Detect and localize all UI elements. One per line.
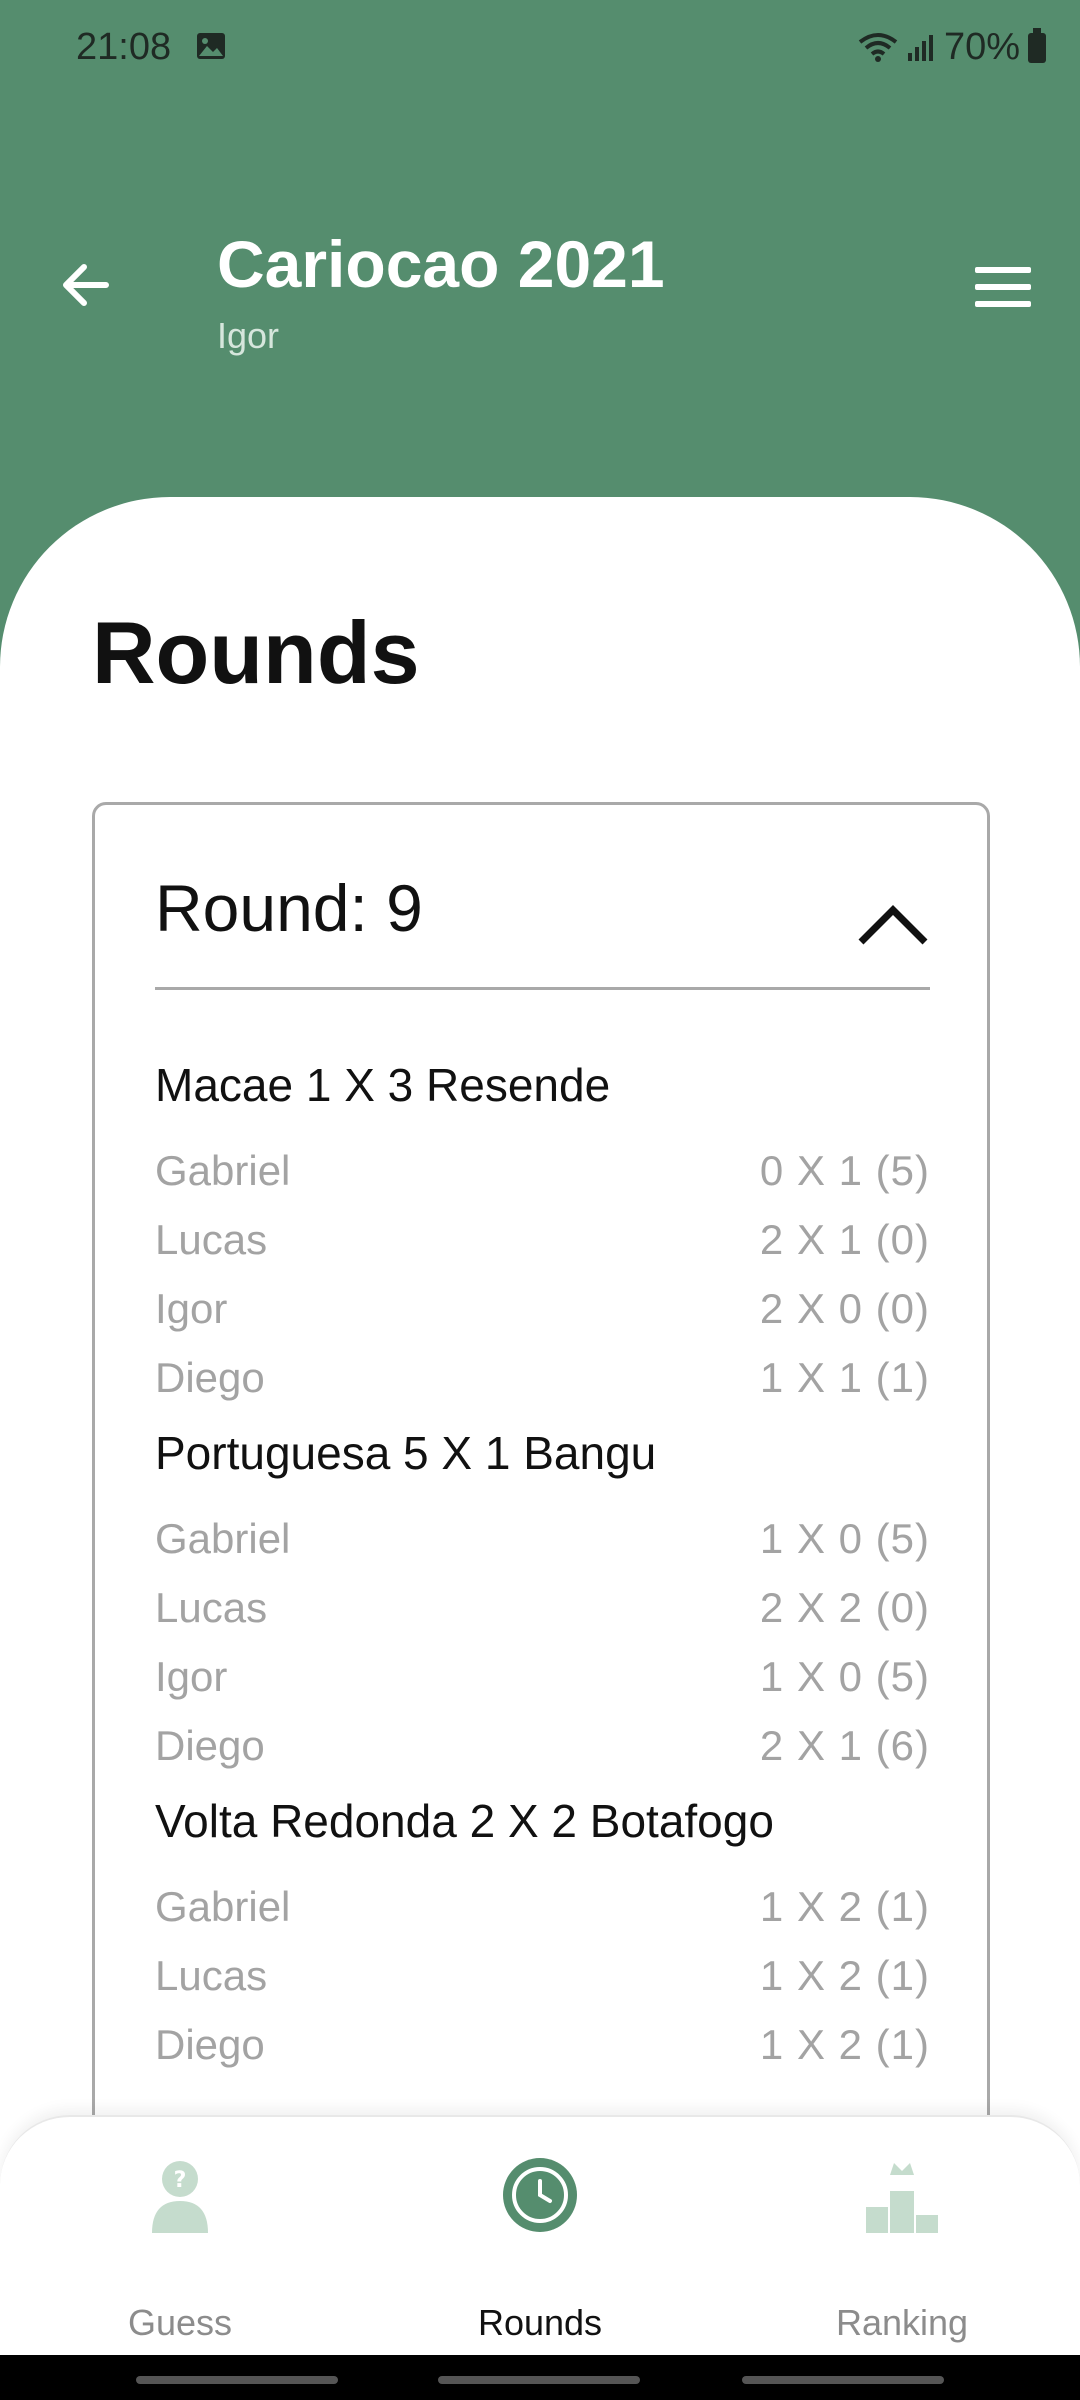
status-bar: 21:08 70% (0, 0, 1080, 96)
guess-score: 0 X 1 (5) (759, 1147, 930, 1194)
league-title: Cariocao 2021 (217, 227, 665, 301)
wifi-icon (858, 32, 898, 62)
guess-row: Lucas 2 X 2 (0) (155, 1584, 930, 1653)
guess-player: Diego (155, 1722, 265, 1769)
menu-button[interactable] (966, 255, 1040, 319)
system-nav-recents[interactable] (136, 2376, 338, 2384)
guess-row: Gabriel 1 X 0 (5) (155, 1515, 930, 1584)
round-label: Round: 9 (155, 871, 423, 945)
user-name: Igor (217, 315, 280, 356)
game-item: Portuguesa 5 X 1 Bangu Gabriel 1 X 0 (5)… (155, 1423, 930, 1791)
guess-row: Igor 2 X 0 (0) (155, 1285, 930, 1354)
status-time: 21:08 (76, 26, 172, 68)
nav-item-guess[interactable]: ? Guess (30, 2117, 330, 2357)
clock-icon (503, 2158, 577, 2232)
status-indicators: 70% (858, 26, 1046, 69)
guess-player: Igor (155, 1653, 228, 1700)
guess-score: 1 X 2 (1) (759, 1952, 930, 1999)
guess-score: 2 X 0 (0) (759, 1285, 930, 1332)
system-nav-home[interactable] (438, 2376, 640, 2384)
round-card-header[interactable]: Round: 9 (155, 870, 930, 990)
podium-icon (866, 2163, 938, 2233)
nav-label-rounds: Rounds (477, 2302, 603, 2343)
system-nav-back[interactable] (742, 2376, 944, 2384)
guess-player: Diego (155, 1354, 265, 1401)
chevron-up-icon[interactable] (856, 900, 930, 950)
guess-row: Lucas 1 X 2 (1) (155, 1952, 930, 2021)
guess-row: Gabriel 0 X 1 (5) (155, 1147, 930, 1216)
guess-player: Gabriel (155, 1883, 291, 1930)
guess-score: 1 X 1 (1) (759, 1354, 930, 1401)
guess-player: Lucas (155, 1952, 268, 1999)
nav-label-guess: Guess (127, 2302, 233, 2343)
system-navigation-bar (0, 2355, 1080, 2400)
nav-item-rounds[interactable]: Rounds (390, 2117, 690, 2357)
guess-score: 2 X 1 (0) (759, 1216, 930, 1263)
guess-score: 1 X 0 (5) (759, 1653, 930, 1700)
guess-player: Lucas (155, 1584, 268, 1631)
guess-player: Gabriel (155, 1147, 291, 1194)
back-button[interactable] (50, 250, 120, 320)
game-title: Portuguesa 5 X 1 Bangu (155, 1427, 657, 1479)
guess-player: Igor (155, 1285, 228, 1332)
nav-label-ranking: Ranking (835, 2302, 969, 2343)
guess-row: Diego 1 X 2 (1) (155, 2021, 930, 2090)
svg-text:?: ? (174, 2168, 187, 2193)
arrow-back-icon (63, 264, 109, 306)
guess-score: 1 X 2 (1) (759, 2021, 930, 2068)
guess-score: 2 X 2 (0) (759, 1584, 930, 1631)
game-item: Macae 1 X 3 Resende Gabriel 0 X 1 (5) Lu… (155, 1055, 930, 1423)
game-item: Volta Redonda 2 X 2 Botafogo Gabriel 1 X… (155, 1791, 930, 2090)
guess-player: Diego (155, 2021, 265, 2068)
guess-player: Gabriel (155, 1515, 291, 1562)
game-title: Macae 1 X 3 Resende (155, 1059, 611, 1111)
battery-icon (1028, 27, 1046, 63)
signal-icon (907, 34, 933, 61)
hamburger-menu-icon (975, 267, 1031, 273)
guess-row: Diego 1 X 1 (1) (155, 1354, 930, 1423)
page-title: Rounds (92, 603, 420, 702)
image-notification-icon (197, 33, 225, 59)
guess-score: 1 X 0 (5) (759, 1515, 930, 1562)
guess-score: 1 X 2 (1) (759, 1883, 930, 1930)
guess-row: Gabriel 1 X 2 (1) (155, 1883, 930, 1952)
nav-item-ranking[interactable]: Ranking (752, 2117, 1052, 2357)
game-title: Volta Redonda 2 X 2 Botafogo (155, 1795, 774, 1847)
games-list: Macae 1 X 3 Resende Gabriel 0 X 1 (5) Lu… (155, 1055, 930, 2090)
battery-percentage: 70% (943, 26, 1020, 68)
guess-score: 2 X 1 (6) (759, 1722, 930, 1769)
guess-row: Diego 2 X 1 (6) (155, 1722, 930, 1791)
guess-row: Igor 1 X 0 (5) (155, 1653, 930, 1722)
round-card: Round: 9 Macae 1 X 3 Resende Gabriel 0 X… (92, 802, 990, 2302)
guess-person-icon: ? (152, 2161, 208, 2233)
bottom-navigation: ? Guess Rounds Ranking (0, 2115, 1080, 2355)
guess-player: Lucas (155, 1216, 268, 1263)
guess-row: Lucas 2 X 1 (0) (155, 1216, 930, 1285)
